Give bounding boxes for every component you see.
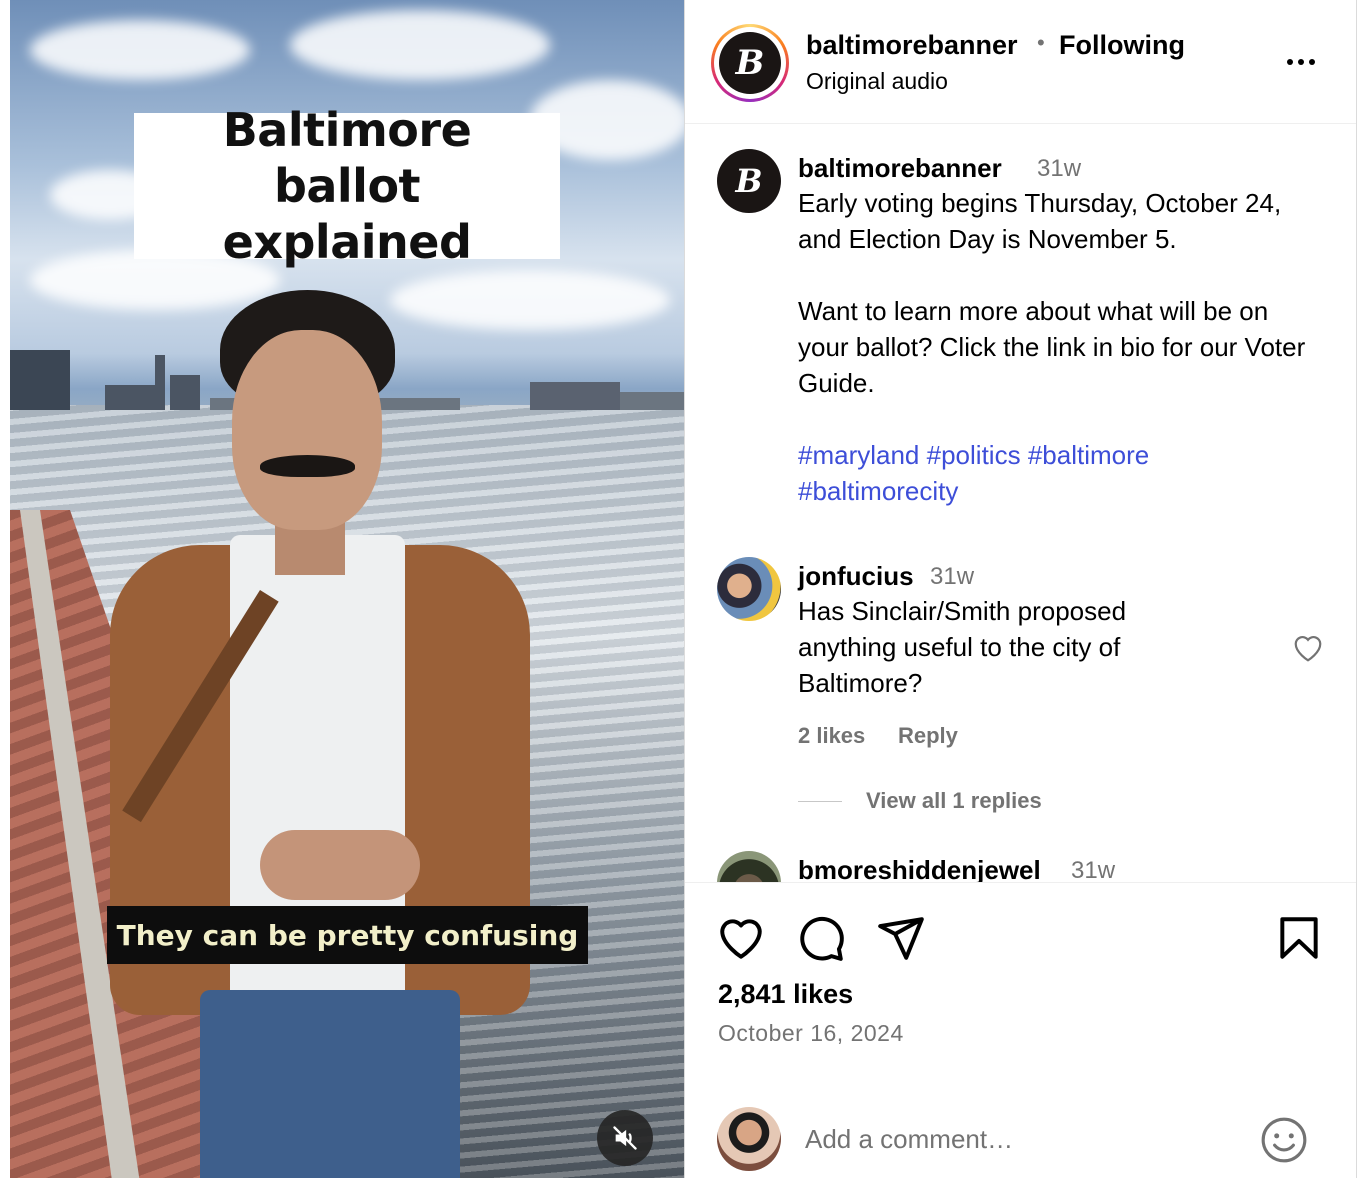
caption-username[interactable]: baltimorebanner bbox=[798, 153, 1002, 184]
view-replies-button[interactable]: View all 1 replies bbox=[866, 788, 1042, 814]
emoji-icon[interactable] bbox=[1259, 1115, 1309, 1165]
current-user-avatar bbox=[717, 1107, 781, 1171]
baltimorebanner-logo: B bbox=[719, 32, 781, 94]
video-title-overlay: Baltimore ballot explained bbox=[134, 103, 560, 269]
comment-username[interactable]: bmoreshiddenjewel bbox=[798, 855, 1041, 882]
caption-paragraph: Early voting begins Thursday, October 24… bbox=[798, 188, 1282, 254]
cloud bbox=[30, 20, 250, 80]
muted-speaker-icon bbox=[613, 1126, 637, 1150]
following-button[interactable]: Following bbox=[1059, 30, 1185, 61]
comment-time: 31w bbox=[1071, 857, 1116, 882]
comment-username[interactable]: jonfucius bbox=[798, 561, 914, 592]
commenter-avatar[interactable] bbox=[717, 557, 781, 621]
hashtag-link[interactable]: #politics bbox=[927, 440, 1021, 470]
audio-link[interactable]: Original audio bbox=[806, 68, 948, 95]
hashtag-link[interactable]: #baltimorecity bbox=[798, 476, 958, 506]
comment-icon[interactable] bbox=[796, 913, 846, 963]
video-subtitle-text: They can be pretty confusing bbox=[116, 918, 579, 952]
comment-like-heart-icon[interactable] bbox=[1291, 633, 1325, 663]
cloud bbox=[290, 10, 550, 80]
video-title-text: Baltimore ballot explained bbox=[222, 103, 472, 269]
video-subtitle: They can be pretty confusing bbox=[107, 906, 588, 964]
commenter-avatar[interactable] bbox=[717, 851, 781, 882]
reel-video[interactable]: Baltimore ballot explained They can be p… bbox=[10, 0, 684, 1178]
panel-edge bbox=[1356, 0, 1357, 1178]
header-username[interactable]: baltimorebanner bbox=[806, 30, 1018, 61]
replies-divider bbox=[798, 801, 842, 802]
caption-paragraph: Want to learn more about what will be on… bbox=[798, 296, 1306, 398]
comment-likes[interactable]: 2 likes bbox=[798, 723, 865, 749]
post-date: October 16, 2024 bbox=[718, 1020, 904, 1046]
more-options-icon[interactable] bbox=[1281, 44, 1321, 80]
mute-button[interactable] bbox=[597, 1110, 653, 1166]
comment-time: 31w bbox=[930, 563, 975, 590]
add-comment-row bbox=[685, 1089, 1357, 1178]
comments-scroll[interactable]: B baltimorebanner 31w Early voting begin… bbox=[685, 125, 1357, 882]
caption-hashtags: #maryland #politics #baltimore #baltimor… bbox=[798, 437, 1318, 509]
post-header: B baltimorebanner • Following Original a… bbox=[685, 0, 1357, 124]
reply-button[interactable]: Reply bbox=[898, 723, 958, 749]
presenter bbox=[110, 290, 530, 1178]
post-panel: B baltimorebanner • Following Original a… bbox=[685, 0, 1357, 1178]
share-icon[interactable] bbox=[876, 913, 926, 963]
likes-count[interactable]: 2,841 likes bbox=[718, 979, 853, 1010]
caption-avatar[interactable]: B bbox=[717, 149, 781, 213]
post-actions: 2,841 likes October 16, 2024 bbox=[685, 882, 1357, 1178]
comment-input[interactable] bbox=[805, 1117, 1235, 1161]
header-separator: • bbox=[1037, 30, 1045, 55]
hashtag-link[interactable]: #baltimore bbox=[1028, 440, 1149, 470]
caption-time: 31w bbox=[1037, 155, 1082, 182]
comment-text: Has Sinclair/Smith proposed anything use… bbox=[798, 596, 1127, 698]
caption-text: Early voting begins Thursday, October 24… bbox=[798, 185, 1318, 401]
heart-icon[interactable] bbox=[716, 913, 766, 963]
hashtag-link[interactable]: #maryland bbox=[798, 440, 919, 470]
bookmark-icon[interactable] bbox=[1274, 913, 1324, 963]
story-ring-avatar[interactable]: B bbox=[711, 24, 789, 102]
